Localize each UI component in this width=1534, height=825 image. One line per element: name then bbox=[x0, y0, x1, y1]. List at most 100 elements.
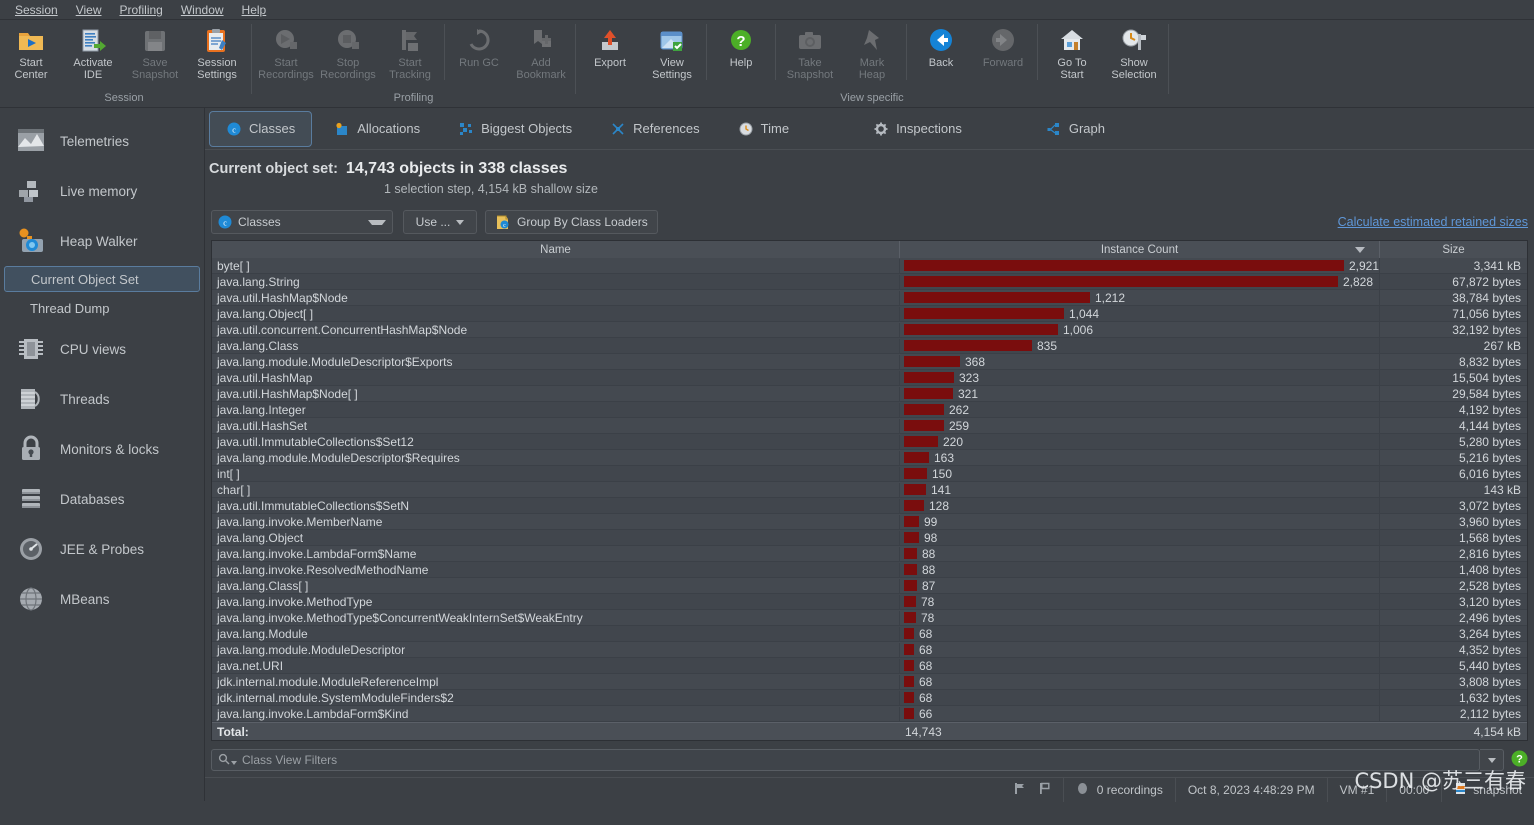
table-row[interactable]: java.net.URI 68 5,440 bytes bbox=[212, 657, 1527, 674]
sidebar-item-jee-probes[interactable]: JEE & Probes bbox=[0, 524, 204, 574]
group-by-class-loaders-button[interactable]: c Group By Class Loaders bbox=[485, 210, 658, 234]
sidebar-item-monitors-locks[interactable]: Monitors & locks bbox=[0, 424, 204, 474]
live-memory-icon bbox=[14, 174, 48, 208]
table-row[interactable]: java.lang.Class 835 267 kB bbox=[212, 337, 1527, 354]
tab-time[interactable]: Time bbox=[722, 111, 805, 147]
table-row[interactable]: java.util.ImmutableCollections$SetN 128 3,… bbox=[212, 497, 1527, 514]
table-row[interactable]: int[ ] 150 6,016 bytes bbox=[212, 465, 1527, 482]
table-row[interactable]: java.lang.invoke.LambdaForm$Kind 66 2,112 … bbox=[212, 705, 1527, 722]
menu-view[interactable]: View bbox=[67, 1, 111, 19]
session-settings-button[interactable]: Session Settings bbox=[186, 24, 248, 83]
sidebar-item-cpu-views[interactable]: CPU views bbox=[0, 324, 204, 374]
table-row[interactable]: jdk.internal.module.ModuleReferenceImpl 6… bbox=[212, 673, 1527, 690]
menu-profiling[interactable]: Profiling bbox=[111, 1, 172, 19]
table-row[interactable]: java.lang.module.ModuleDescriptor$Export… bbox=[212, 353, 1527, 370]
table-row[interactable]: char[ ] 141 143 kB bbox=[212, 481, 1527, 498]
table-row[interactable]: byte[ ] 2,921 3,341 kB bbox=[212, 258, 1527, 274]
table-row[interactable]: java.lang.module.ModuleDescriptor 68 4,352… bbox=[212, 641, 1527, 658]
help-button[interactable]: ? Help bbox=[710, 24, 772, 72]
start-tracking-label: Start Tracking bbox=[389, 57, 431, 81]
table-row[interactable]: java.lang.invoke.MemberName 99 3,960 bytes bbox=[212, 513, 1527, 530]
sort-desc-icon bbox=[1355, 246, 1365, 253]
table-row[interactable]: java.lang.invoke.LambdaForm$Name 88 2,816 … bbox=[212, 545, 1527, 562]
table-row[interactable]: java.util.HashMap 323 15,504 bytes bbox=[212, 369, 1527, 386]
instance-count-bar bbox=[904, 692, 914, 703]
sidebar-item-heap-walker-label: Heap Walker bbox=[60, 233, 138, 249]
column-header-instance-count[interactable]: Instance Count bbox=[900, 241, 1380, 258]
tab-classes[interactable]: c Classes bbox=[209, 110, 313, 147]
table-row[interactable]: java.util.ImmutableCollections$Set12 220 5… bbox=[212, 433, 1527, 450]
export-button[interactable]: Export bbox=[579, 24, 641, 72]
status-recordings: 0 recordings bbox=[1062, 777, 1175, 802]
calculate-retained-sizes-link[interactable]: Calculate estimated retained sizes bbox=[1338, 215, 1528, 229]
sidebar-item-live-memory[interactable]: Live memory bbox=[0, 166, 204, 216]
sidebar-item-jee-probes-label: JEE & Probes bbox=[60, 541, 145, 557]
table-row[interactable]: java.util.concurrent.ConcurrentHashMap$N… bbox=[212, 321, 1527, 338]
sidebar-item-telemetries[interactable]: Telemetries bbox=[0, 116, 204, 166]
table-row[interactable]: java.lang.Object 98 1,568 bytes bbox=[212, 529, 1527, 546]
filter-dropdown-button[interactable] bbox=[1480, 749, 1504, 771]
status-vm: VM #1 bbox=[1326, 777, 1387, 802]
go-to-start-button[interactable]: Go To Start bbox=[1041, 24, 1103, 83]
tab-references-label: References bbox=[633, 121, 700, 136]
cell-size: 4,352 bytes bbox=[1458, 642, 1521, 657]
status-snapshot[interactable]: snapshot bbox=[1441, 777, 1534, 802]
tab-allocations[interactable]: Allocations bbox=[318, 111, 436, 147]
menu-help[interactable]: Help bbox=[233, 1, 276, 19]
current-object-set-subtitle: 1 selection step, 4,154 kB shallow size bbox=[384, 182, 599, 196]
table-row[interactable]: java.lang.invoke.MethodType$ConcurrentWe… bbox=[212, 609, 1527, 626]
cell-class-name: java.lang.Class bbox=[212, 338, 900, 353]
sidebar-item-thread-dump[interactable]: Thread Dump bbox=[4, 292, 200, 324]
cell-size: 5,440 bytes bbox=[1458, 658, 1521, 673]
activate-ide-button[interactable]: Activate IDE bbox=[62, 24, 124, 83]
chevron-down-icon[interactable] bbox=[231, 761, 237, 765]
tab-references[interactable]: References bbox=[594, 111, 715, 147]
back-button[interactable]: Back bbox=[910, 24, 972, 72]
use-combo[interactable]: Use ... bbox=[403, 210, 477, 234]
table-row[interactable]: java.lang.Class[ ] 87 2,528 bytes bbox=[212, 577, 1527, 594]
table-row[interactable]: java.lang.Object[ ] 1,044 71,056 bytes bbox=[212, 305, 1527, 322]
table-row[interactable]: java.lang.module.ModuleDescriptor$Requir… bbox=[212, 449, 1527, 466]
sidebar-item-databases[interactable]: Databases bbox=[0, 474, 204, 524]
toolbar-group-session-label: Session bbox=[104, 92, 144, 104]
column-header-name[interactable]: Name bbox=[212, 241, 900, 258]
table-row[interactable]: jdk.internal.module.SystemModuleFinders$… bbox=[212, 689, 1527, 706]
status-bar: 0 recordings Oct 8, 2023 4:48:29 PM VM #… bbox=[205, 777, 1534, 802]
session-settings-label: Session Settings bbox=[197, 57, 237, 81]
start-center-button[interactable]: Start Center bbox=[0, 24, 62, 83]
toolbar-group-view-specific: Export View Settings ? Help Take Snapsho… bbox=[579, 20, 1165, 108]
table-row[interactable]: java.util.HashMap$Node[ ] 321 29,584 bytes bbox=[212, 385, 1527, 402]
cell-class-name: java.lang.Integer bbox=[212, 402, 900, 417]
cell-size: 38,784 bytes bbox=[1452, 290, 1521, 305]
sidebar-item-threads[interactable]: Threads bbox=[0, 374, 204, 424]
cell-class-name: jdk.internal.module.SystemModuleFinders$… bbox=[212, 690, 900, 705]
sidebar-item-heap-walker[interactable]: Heap Walker bbox=[0, 216, 204, 266]
tab-biggest-objects[interactable]: Biggest Objects bbox=[442, 111, 588, 147]
cell-class-name: char[ ] bbox=[212, 482, 900, 497]
class-view-filter-input[interactable]: Class View Filters bbox=[211, 749, 1480, 771]
menu-window[interactable]: Window bbox=[172, 1, 233, 19]
table-row[interactable]: java.util.HashSet 259 4,144 bytes bbox=[212, 417, 1527, 434]
filter-help-button[interactable]: ? bbox=[1511, 750, 1528, 770]
aggregation-level-combo[interactable]: c Classes bbox=[211, 210, 393, 234]
svg-text:c: c bbox=[503, 223, 506, 229]
tab-inspections[interactable]: Inspections bbox=[857, 111, 978, 147]
table-row[interactable]: java.lang.Module 68 3,264 bytes bbox=[212, 625, 1527, 642]
table-row[interactable]: java.util.HashMap$Node 1,212 38,784 bytes bbox=[212, 289, 1527, 306]
table-row[interactable]: java.lang.String 2,828 67,872 bytes bbox=[212, 273, 1527, 290]
tab-graph[interactable]: Graph bbox=[1030, 111, 1121, 147]
status-tracking-icons[interactable] bbox=[1001, 778, 1063, 802]
cell-instance-count: 68 bbox=[900, 641, 1380, 658]
view-settings-button[interactable]: View Settings bbox=[641, 24, 703, 83]
column-header-size[interactable]: Size bbox=[1380, 241, 1527, 258]
table-row[interactable]: java.lang.Integer 262 4,192 bytes bbox=[212, 401, 1527, 418]
show-selection-button[interactable]: Show Selection bbox=[1103, 24, 1165, 83]
table-body[interactable]: byte[ ] 2,921 3,341 kB java.lang.String 2,82… bbox=[212, 258, 1527, 722]
instance-count-label: 68 bbox=[919, 642, 933, 657]
recordings-label: 0 recordings bbox=[1096, 782, 1163, 797]
sidebar-item-mbeans[interactable]: MBeans bbox=[0, 574, 204, 624]
table-row[interactable]: java.lang.invoke.ResolvedMethodName 88 1,4… bbox=[212, 561, 1527, 578]
table-row[interactable]: java.lang.invoke.MethodType 78 3,120 bytes bbox=[212, 593, 1527, 610]
sidebar-item-current-object-set[interactable]: Current Object Set bbox=[4, 266, 200, 292]
menu-session[interactable]: Session bbox=[6, 1, 67, 19]
